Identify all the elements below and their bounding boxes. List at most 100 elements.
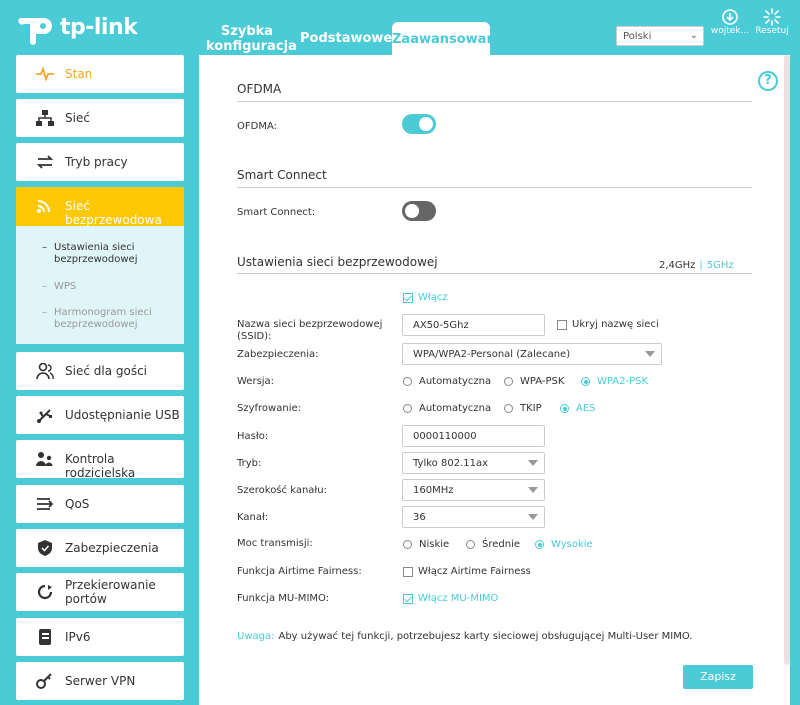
version-label: Wersja: (237, 376, 275, 387)
scrollbar[interactable] (784, 55, 790, 665)
version-wpa2-psk-label: WPA2-PSK (597, 376, 649, 387)
sidebar-item-network[interactable]: Sieć (16, 99, 184, 137)
divider (237, 273, 657, 274)
qos-icon (37, 498, 54, 510)
version-wpa-psk-radio[interactable] (504, 377, 513, 386)
sidebar-item-label: Stan (65, 67, 93, 81)
language-value: Polski (623, 31, 652, 42)
sidebar-item-label: QoS (65, 497, 90, 511)
mumimo-checkbox[interactable] (403, 594, 413, 604)
submenu-wireless-settings[interactable]: – Ustawienia sieci bezprzewodowej (42, 242, 182, 266)
tab-advanced[interactable]: Zaawansowane (392, 22, 505, 55)
divider (237, 187, 752, 188)
band-5ghz[interactable]: 5GHz (707, 260, 734, 271)
version-wpa-psk-label: WPA-PSK (520, 376, 565, 387)
sidebar-item-guest-network[interactable]: Sieć dla gości (16, 352, 184, 390)
sidebar-item-port-forwarding[interactable]: Przekierowanie portów (16, 573, 184, 611)
version-wpa2-psk-radio[interactable] (581, 377, 590, 386)
ssid-label: Nazwa sieci bezprzewodowej (SSID): (237, 319, 383, 342)
tx-power-label: Moc transmisji: (237, 538, 313, 549)
note-text: Aby używać tej funkcji, potrzebujesz kar… (278, 631, 693, 642)
enable-wireless-label: Włącz (418, 292, 448, 303)
user-button[interactable]: wojtek... (710, 8, 750, 36)
sidebar-item-label: Sieć (65, 111, 90, 125)
ssid-input[interactable]: AX50-5Ghz (402, 314, 545, 336)
hide-ssid-checkbox[interactable] (557, 320, 567, 330)
help-button[interactable]: ? (758, 71, 778, 91)
sidebar-item-qos[interactable]: QoS (16, 485, 184, 523)
help-icon: ? (764, 73, 772, 88)
vpn-key-icon (36, 673, 52, 689)
encryption-label: Szyfrowanie: (237, 403, 301, 414)
divider (237, 101, 752, 102)
submenu-label: Harmonogram sieci bezprzewodowej (54, 307, 152, 330)
mumimo-label: Funkcja MU-MIMO: (237, 593, 330, 604)
guests-icon (36, 363, 54, 379)
tab-quick-setup[interactable]: Szybka konfiguracja (206, 24, 297, 57)
channel-width-value: 160MHz (413, 485, 454, 496)
wireless-submenu: – Ustawienia sieci bezprzewodowej – WPS … (16, 226, 184, 344)
band-24ghz[interactable]: 2,4GHz (659, 260, 695, 271)
encryption-auto-label: Automatyczna (419, 403, 492, 414)
security-select[interactable]: WPA/WPA2-Personal (Zalecane) (402, 343, 662, 365)
submenu-label: Ustawienia sieci bezprzewodowej (54, 242, 138, 265)
sidebar-item-vpn-server[interactable]: Serwer VPN (16, 662, 184, 700)
encryption-tkip-radio[interactable] (504, 404, 513, 413)
section-title-ofdma: OFDMA (237, 82, 282, 96)
version-auto-radio[interactable] (403, 377, 412, 386)
submenu-wps[interactable]: – WPS (42, 281, 182, 293)
sidebar-item-usb-sharing[interactable]: Udostępnianie USB (16, 396, 184, 434)
reset-button[interactable]: Resetuj (752, 8, 792, 36)
band-underline (657, 273, 752, 274)
reset-label: Resetuj (755, 26, 789, 36)
sidebar-item-label: IPv6 (65, 630, 91, 644)
tplink-logo[interactable]: tp-link (14, 8, 154, 48)
sidebar-item-wireless[interactable]: Sieć bezprzewodowa (16, 187, 184, 227)
usb-icon (37, 409, 52, 423)
caret-down-icon (528, 460, 538, 466)
enable-wireless-checkbox[interactable] (403, 293, 413, 303)
sidebar-item-status[interactable]: Stan (16, 55, 184, 93)
password-label: Hasło: (237, 431, 269, 442)
sidebar-item-parental-controls[interactable]: Kontrola rodzicielska (16, 440, 184, 480)
smart-connect-toggle[interactable] (402, 201, 436, 221)
reset-icon (763, 8, 781, 26)
tab-quick-setup-line2: konfiguracja (206, 39, 297, 54)
user-label: wojtek... (710, 26, 750, 36)
band-separator: | (699, 260, 703, 271)
encryption-auto-radio[interactable] (403, 404, 412, 413)
airtime-checkbox[interactable] (403, 567, 413, 577)
sidebar-item-ipv6[interactable]: IPv6 (16, 618, 184, 656)
security-label: Zabezpieczenia: (237, 349, 319, 360)
encryption-tkip-label: TKIP (520, 403, 542, 414)
sidebar: Stan Sieć Tryb pracy Sieć bezprzewodowa … (16, 55, 184, 705)
version-auto-label: Automatyczna (419, 376, 492, 387)
sidebar-item-security[interactable]: Zabezpieczenia (16, 529, 184, 567)
network-icon (36, 110, 54, 126)
power-high-label: Wysokie (551, 539, 593, 550)
power-medium-radio[interactable] (466, 540, 475, 549)
ofdma-toggle[interactable] (402, 114, 436, 134)
language-select[interactable]: Polski ⌄ (616, 26, 704, 46)
mode-switch-icon (36, 155, 54, 169)
encryption-aes-label: AES (576, 403, 596, 414)
password-input[interactable]: 0000110000 (402, 425, 545, 447)
channel-select[interactable]: 36 (402, 506, 545, 528)
submenu-wireless-schedule[interactable]: – Harmonogram sieci bezprzewodowej (42, 307, 182, 331)
power-high-radio[interactable] (535, 540, 544, 549)
power-low-radio[interactable] (403, 540, 412, 549)
power-medium-label: Średnie (482, 539, 521, 550)
channel-value: 36 (413, 512, 426, 523)
parental-icon (36, 452, 53, 466)
logo-text: tp-link (60, 15, 138, 40)
mode-select[interactable]: Tylko 802.11ax (402, 452, 545, 474)
submenu-dash: – (42, 307, 47, 318)
pulse-icon (36, 66, 54, 82)
encryption-aes-radio[interactable] (560, 404, 569, 413)
save-button[interactable]: Zapisz (683, 665, 753, 689)
channel-width-label: Szerokość kanału: (237, 485, 327, 496)
channel-width-select[interactable]: 160MHz (402, 479, 545, 501)
power-low-label: Niskie (419, 539, 450, 550)
sidebar-item-operation-mode[interactable]: Tryb pracy (16, 143, 184, 181)
submenu-dash: – (42, 281, 47, 292)
